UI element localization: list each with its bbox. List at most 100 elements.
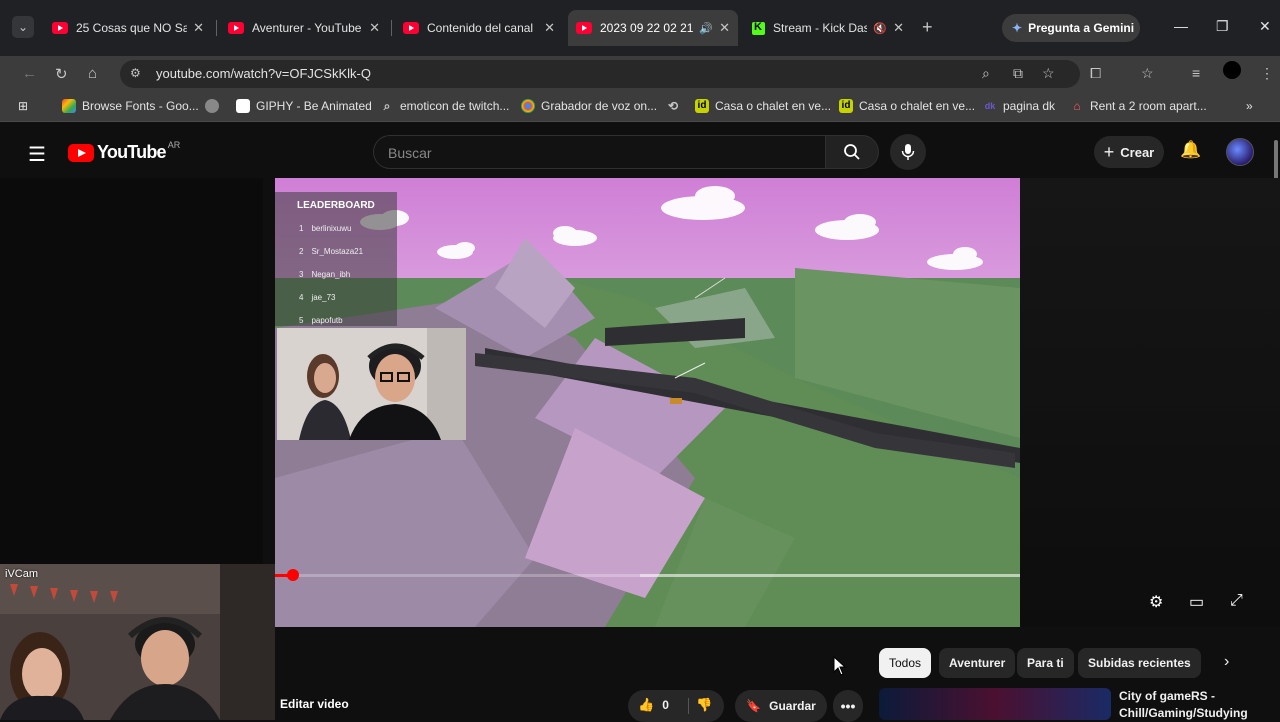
ivcam-label: iVCam <box>5 568 39 580</box>
save-button[interactable]: 🔖 Guardar <box>735 690 827 722</box>
fullscreen-icon[interactable]: ⤢ <box>1230 592 1243 610</box>
video-progress-bar[interactable] <box>275 569 1020 581</box>
bookmark-item[interactable]: dk pagina dk <box>983 99 1055 113</box>
chip-todos[interactable]: Todos <box>879 648 932 678</box>
zoom-icon[interactable]: ⌕ <box>982 65 990 82</box>
bookmark-label: Grabador de voz on... <box>541 99 658 113</box>
site-settings-icon[interactable]: ⚙ <box>130 66 141 80</box>
more-bookmarks-chevron-icon[interactable]: » <box>1246 99 1253 113</box>
gemini-label: Pregunta a Gemini <box>1028 21 1135 35</box>
edit-video-button[interactable]: Editar video <box>280 697 349 711</box>
google-fonts-icon <box>62 99 76 113</box>
leaderboard-row: 3 Negan_ibh <box>299 270 351 279</box>
microphone-icon <box>901 144 915 160</box>
tab-title: Contenido del canal <box>427 21 534 35</box>
account-avatar[interactable] <box>1226 138 1254 166</box>
youtube-logo[interactable]: YouTube AR <box>68 140 180 163</box>
tab-search-chevron-icon[interactable]: ⌄ <box>12 16 34 38</box>
new-tab-plus-icon[interactable]: + <box>922 17 933 38</box>
settings-gear-icon[interactable]: ⚙ <box>1149 592 1163 612</box>
notifications-bell-icon[interactable]: 🔔 <box>1180 140 1201 160</box>
history-icon: ⟲ <box>667 99 679 113</box>
bookmark-item[interactable]: id Casa o chalet en ve... <box>695 99 831 113</box>
bookmarks-bar: ⊞ Browse Fonts - Goo... GIPHY - Be Anima… <box>0 92 1280 122</box>
apps-grid-icon[interactable]: ⊞ <box>18 99 28 113</box>
bookmark-label: Rent a 2 room apart... <box>1090 99 1207 113</box>
leaderboard-title: LEADERBOARD <box>297 200 375 211</box>
browser-tab-active[interactable]: 2023 09 22 02 21 🔊 ✕ <box>568 10 738 46</box>
tab-title: 2023 09 22 02 21 <box>600 21 694 35</box>
window-close-icon[interactable]: ✕ <box>1259 18 1271 35</box>
dislike-button[interactable]: 👎 <box>696 697 712 713</box>
minimize-icon[interactable]: — <box>1174 18 1188 34</box>
chip-para-ti[interactable]: Para ti <box>1017 648 1074 678</box>
back-arrow-icon[interactable]: ← <box>22 65 37 82</box>
reload-icon[interactable]: ↻ <box>55 65 68 83</box>
muted-speaker-icon[interactable]: 🔇 <box>873 22 887 35</box>
streamer-webcam <box>277 328 466 440</box>
tab-close-icon[interactable]: ✕ <box>719 20 730 36</box>
bookmark-item[interactable]: Grabador de voz on... <box>521 99 657 113</box>
progress-scrubber[interactable] <box>286 569 299 581</box>
dk-icon: dk <box>984 101 996 111</box>
chip-subidas-recientes[interactable]: Subidas recientes <box>1078 648 1201 678</box>
install-app-icon[interactable]: ⧉ <box>1013 65 1023 82</box>
tab-close-icon[interactable]: ✕ <box>369 20 380 36</box>
like-button[interactable]: 👍 0 <box>638 697 669 713</box>
voice-search-button[interactable] <box>890 134 926 170</box>
home-icon[interactable]: ⌂ <box>88 65 97 82</box>
address-bar[interactable]: ⚙ youtube.com/watch?v=OFJCSkKlk-Q ⌕ ⧉ ☆ <box>120 60 1080 88</box>
bookmark-item[interactable]: Browse Fonts - Goo... <box>62 99 199 113</box>
bookmark-item[interactable]: ⟲ <box>666 99 686 113</box>
bookmark-item[interactable]: ⌂ Rent a 2 room apart... <box>1070 99 1207 113</box>
tab-close-icon[interactable]: ✕ <box>544 20 555 36</box>
recommendation-thumbnail[interactable] <box>879 688 1111 720</box>
chevron-right-icon[interactable]: › <box>1224 653 1229 671</box>
bookmark-label: Browse Fonts - Goo... <box>82 99 199 113</box>
youtube-wordmark: YouTube <box>97 142 167 162</box>
browser-tab[interactable]: Aventurer - YouTube ✕ <box>220 10 388 46</box>
restore-icon[interactable]: ❐ <box>1216 18 1229 35</box>
youtube-icon <box>52 22 68 34</box>
globe-icon <box>205 99 219 113</box>
tab-close-icon[interactable]: ✕ <box>893 20 904 36</box>
like-divider <box>688 698 689 714</box>
bookmarks-star-icon[interactable]: ☆ <box>1141 65 1154 82</box>
bookmark-item[interactable]: GIPHY - Be Animated <box>236 99 372 113</box>
menu-hamburger-icon[interactable]: ☰ <box>28 142 46 167</box>
browser-toolbar: ← ↻ ⌂ ⚙ youtube.com/watch?v=OFJCSkKlk-Q … <box>0 56 1280 92</box>
theater-mode-icon[interactable]: ▭ <box>1189 592 1204 612</box>
recommendation-title[interactable]: City of gameRS - Chill/Gaming/Studying <box>1119 688 1269 722</box>
bookmark-item[interactable]: ⌕ emoticon de twitch... <box>380 99 510 113</box>
bookmark-item[interactable]: id Casa o chalet en ve... <box>839 99 975 113</box>
extensions-puzzle-icon[interactable]: ⧠ <box>1090 65 1101 82</box>
chrome-menu-icon[interactable]: ⋮ <box>1260 65 1274 82</box>
url-text[interactable]: youtube.com/watch?v=OFJCSkKlk-Q <box>156 66 371 81</box>
browser-tab-bar: ⌄ 25 Cosas que NO Sab ✕ Aventurer - YouT… <box>0 0 1280 56</box>
buffered-range <box>640 574 1020 577</box>
media-queue-icon[interactable]: ≡ <box>1192 65 1200 81</box>
chip-aventurer[interactable]: Aventurer <box>939 648 1016 678</box>
bookmark-star-icon[interactable]: ☆ <box>1042 65 1055 82</box>
bookmark-item[interactable] <box>205 99 225 113</box>
speaker-icon[interactable]: 🔊 <box>699 22 713 35</box>
search-input[interactable]: Buscar <box>373 135 826 169</box>
create-button[interactable]: + Crear <box>1094 136 1164 168</box>
search-button[interactable] <box>825 135 879 169</box>
webcam-people-image <box>277 328 466 440</box>
search-placeholder: Buscar <box>388 145 432 161</box>
video-player[interactable]: LEADERBOARD 1 berlinixuwu 2 Sr_Mostaza21 3… <box>275 178 1020 627</box>
more-actions-button[interactable]: ••• <box>833 690 863 722</box>
tab-close-icon[interactable]: ✕ <box>193 20 204 36</box>
plus-icon: + <box>1103 141 1115 162</box>
profile-avatar[interactable] <box>1223 61 1241 79</box>
youtube-icon <box>403 22 419 34</box>
bookmark-label: GIPHY - Be Animated <box>256 99 372 113</box>
browser-tab[interactable]: Stream - Kick Das 🔇 ✕ <box>744 10 912 46</box>
browser-tab[interactable]: Contenido del canal ✕ <box>395 10 563 46</box>
thumbs-up-icon: 👍 <box>638 697 655 712</box>
gemini-button[interactable]: ✦ Pregunta a Gemini <box>1002 14 1140 42</box>
browser-tab[interactable]: 25 Cosas que NO Sab ✕ <box>44 10 212 46</box>
airbnb-icon: ⌂ <box>1073 99 1081 113</box>
search-icon <box>844 144 860 160</box>
